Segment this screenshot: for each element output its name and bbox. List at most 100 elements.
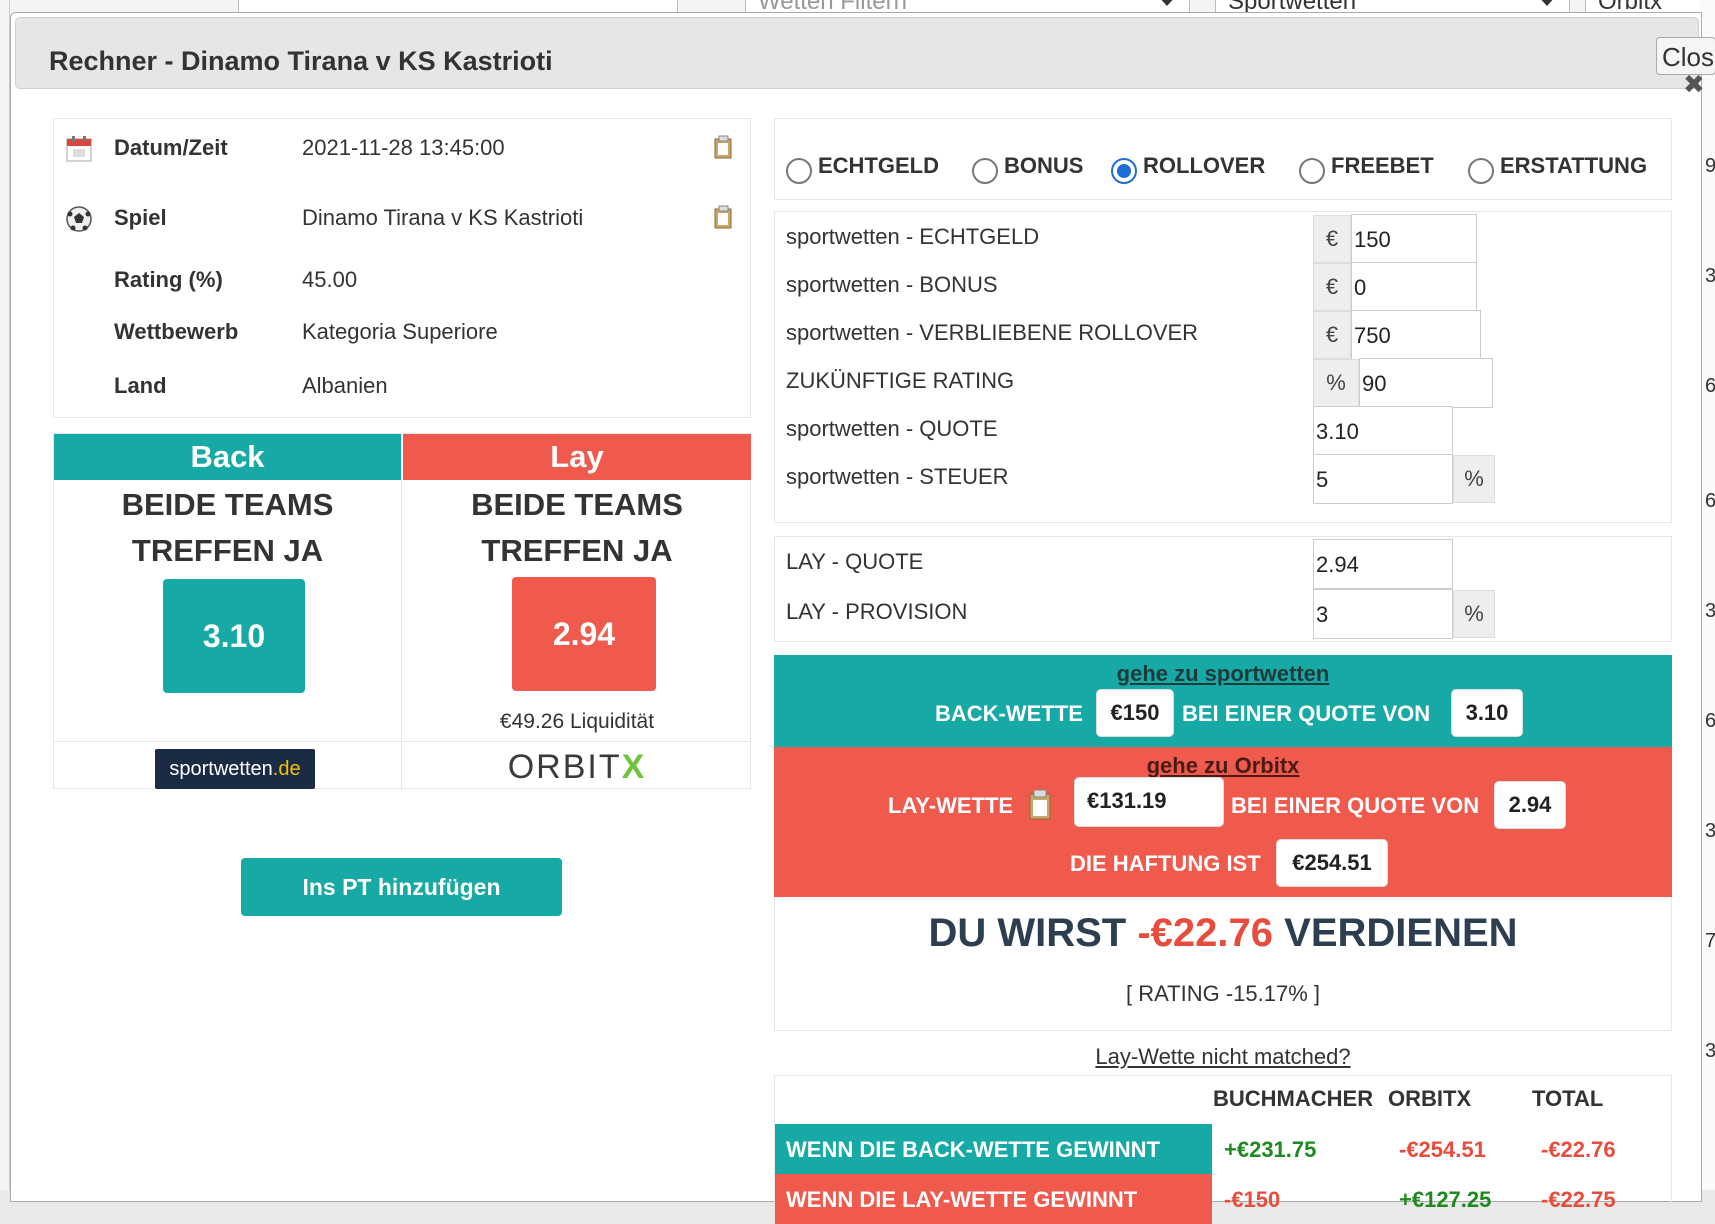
cell-exchange: +€127.25 bbox=[1399, 1187, 1492, 1212]
lay-odds-label: BEI EINER QUOTE VON bbox=[1231, 793, 1480, 818]
percent-addon: % bbox=[1453, 455, 1495, 503]
radio-circle-icon[interactable] bbox=[1468, 158, 1494, 185]
sportwetten-logo-text: sportwetten bbox=[169, 758, 273, 780]
background-row-number: 3 bbox=[1705, 820, 1715, 842]
lay-market-line1: BEIDE TEAMS bbox=[471, 487, 683, 522]
info-row: Rating (%) 45.00 bbox=[54, 261, 752, 301]
cell-total: -€22.75 bbox=[1541, 1187, 1616, 1212]
lay-quote-input[interactable]: 2.94 bbox=[1313, 539, 1453, 589]
cell-exchange: -€254.51 bbox=[1399, 1137, 1486, 1162]
copy-icon[interactable] bbox=[714, 205, 734, 229]
radio-circle-icon[interactable] bbox=[786, 158, 812, 185]
field-label: ZUKÜNFTIGE RATING bbox=[786, 368, 1015, 393]
lay-bet-label: LAY-WETTE bbox=[888, 793, 1014, 818]
field-row-echtgeld: sportwetten - ECHTGELD € 150 bbox=[775, 212, 1673, 264]
calculator-dialog: Rechner - Dinamo Tirana v KS Kastrioti C… bbox=[10, 12, 1715, 1224]
lay-instruction-block: gehe zu Orbitx LAY-WETTE €131.19 BEI EIN… bbox=[774, 747, 1672, 897]
back-instruction-block: gehe zu sportwetten BACK-WETTE €150 BEI … bbox=[774, 655, 1672, 747]
cell-bookmaker: +€231.75 bbox=[1224, 1137, 1317, 1162]
back-header: Back bbox=[54, 434, 401, 480]
radio-label: ROLLOVER bbox=[1143, 153, 1266, 178]
add-to-portfolio-button[interactable]: Ins PT hinzufügen bbox=[241, 858, 562, 916]
field-row-lay-quote: LAY - QUOTE 2.94 bbox=[775, 537, 1673, 589]
info-value: 2021-11-28 13:45:00 bbox=[302, 135, 505, 160]
chevron-down-icon bbox=[1157, 0, 1177, 6]
percent-addon: % bbox=[1453, 590, 1495, 638]
rollover-input[interactable]: 750 bbox=[1351, 310, 1481, 360]
lay-odds-value: 2.94 bbox=[1494, 781, 1566, 829]
soccer-ball-icon bbox=[66, 206, 92, 232]
field-row-bonus: sportwetten - BONUS € 0 bbox=[775, 260, 1673, 312]
euro-addon: € bbox=[1313, 263, 1351, 311]
background-row-number: 6 bbox=[1705, 490, 1715, 512]
bet-type-radio-bonus[interactable]: BONUS bbox=[972, 153, 1084, 185]
info-value: 45.00 bbox=[302, 267, 358, 292]
sportwetten-logo[interactable]: sportwetten.de bbox=[155, 749, 315, 789]
back-market-line1: BEIDE TEAMS bbox=[121, 487, 334, 522]
lay-odds[interactable]: 2.94 bbox=[512, 577, 656, 691]
orbitx-logo-suffix: X bbox=[621, 748, 647, 786]
background-row-number: 7 bbox=[1705, 930, 1715, 952]
echtgeld-input[interactable]: 150 bbox=[1351, 214, 1477, 264]
lay-market: BEIDE TEAMS TREFFEN JA bbox=[403, 482, 751, 574]
back-column: Back BEIDE TEAMS TREFFEN JA 3.10 sportwe… bbox=[54, 434, 402, 790]
bet-type-radio-echtgeld[interactable]: ECHTGELD bbox=[786, 153, 939, 185]
bonus-input[interactable]: 0 bbox=[1351, 262, 1477, 312]
background-row-number: 3 bbox=[1705, 265, 1715, 287]
field-label: sportwetten - ECHTGELD bbox=[786, 224, 1040, 249]
background-row-number: 6 bbox=[1705, 710, 1715, 732]
info-row: Wettbewerb Kategoria Superiore bbox=[54, 313, 752, 353]
info-label: Rating (%) bbox=[114, 267, 223, 292]
bet-type-radio-rollover[interactable]: ROLLOVER bbox=[1111, 153, 1266, 185]
back-quote-input[interactable]: 3.10 bbox=[1313, 406, 1453, 456]
bet-type-radio-group: ECHTGELD BONUS ROLLOVER FREEBET ERSTATTUNG bbox=[774, 118, 1672, 200]
field-row-rollover: sportwetten - VERBLIEBENE ROLLOVER € 750 bbox=[775, 308, 1673, 360]
orbitx-logo-text: ORBIT bbox=[507, 748, 622, 786]
table-row: WENN DIE LAY-WETTE GEWINNT -€150 +€127.2… bbox=[775, 1174, 1673, 1224]
goto-bookmaker-link[interactable]: gehe zu sportwetten bbox=[774, 661, 1672, 687]
back-odds[interactable]: 3.10 bbox=[163, 579, 305, 693]
info-row: Datum/Zeit 2021-11-28 13:45:00 bbox=[54, 129, 752, 169]
radio-circle-icon[interactable] bbox=[1111, 158, 1137, 185]
dialog-title: Rechner - Dinamo Tirana v KS Kastrioti bbox=[49, 46, 553, 76]
field-label: sportwetten - VERBLIEBENE ROLLOVER bbox=[786, 320, 1199, 345]
close-icon[interactable]: ✖ bbox=[1683, 69, 1705, 100]
tax-input[interactable]: 5 bbox=[1313, 454, 1453, 504]
profit-suffix: VERDIENEN bbox=[1284, 911, 1518, 955]
info-label: Spiel bbox=[114, 205, 167, 230]
back-odds-value: 3.10 bbox=[1451, 689, 1523, 737]
bet-type-radio-freebet[interactable]: FREEBET bbox=[1299, 153, 1434, 185]
background-row-number: 3 bbox=[1705, 1040, 1715, 1062]
back-stake-value: €150 bbox=[1096, 689, 1174, 737]
goto-exchange-link[interactable]: gehe zu Orbitx bbox=[774, 753, 1672, 779]
future-rating-input[interactable]: 90 bbox=[1359, 358, 1493, 408]
back-market-line2: TREFFEN JA bbox=[131, 533, 324, 568]
field-label: sportwetten - QUOTE bbox=[786, 416, 998, 441]
bet-type-radio-erstattung[interactable]: ERSTATTUNG bbox=[1468, 153, 1647, 185]
copy-icon[interactable] bbox=[714, 135, 734, 159]
column-header-exchange: ORBITX bbox=[1388, 1086, 1472, 1111]
row-label-back-wins: WENN DIE BACK-WETTE GEWINNT bbox=[775, 1124, 1212, 1174]
field-label: sportwetten - STEUER bbox=[786, 464, 1009, 489]
radio-circle-icon[interactable] bbox=[972, 158, 998, 185]
radio-circle-icon[interactable] bbox=[1299, 158, 1325, 185]
field-label: LAY - QUOTE bbox=[786, 549, 924, 574]
exchange-logo-row: ORBITX bbox=[403, 741, 751, 790]
copy-icon[interactable] bbox=[1028, 789, 1054, 821]
exchange-fields: LAY - QUOTE 2.94 LAY - PROVISION 3 % bbox=[774, 536, 1672, 642]
lay-stake-input[interactable]: €131.19 bbox=[1074, 777, 1224, 827]
lay-not-matched-link[interactable]: Lay-Wette nicht matched? bbox=[774, 1044, 1672, 1070]
info-label: Datum/Zeit bbox=[114, 135, 228, 160]
field-row-lay-commission: LAY - PROVISION 3 % bbox=[775, 587, 1673, 639]
field-row-quote: sportwetten - QUOTE 3.10 bbox=[775, 404, 1673, 456]
info-value: Albanien bbox=[302, 373, 388, 398]
background-row-number: 9 bbox=[1705, 155, 1715, 177]
back-odds-label: BEI EINER QUOTE VON bbox=[1182, 701, 1431, 726]
radio-label: BONUS bbox=[1004, 153, 1084, 178]
lay-commission-input[interactable]: 3 bbox=[1313, 589, 1453, 639]
orbitx-logo[interactable]: ORBITX bbox=[403, 748, 751, 787]
info-value: Kategoria Superiore bbox=[302, 319, 498, 344]
lay-header: Lay bbox=[403, 434, 751, 480]
profit-prefix: DU WIRST bbox=[928, 911, 1127, 955]
profit-result: DU WIRST -€22.76 VERDIENEN [ RATING -15.… bbox=[774, 897, 1672, 1031]
